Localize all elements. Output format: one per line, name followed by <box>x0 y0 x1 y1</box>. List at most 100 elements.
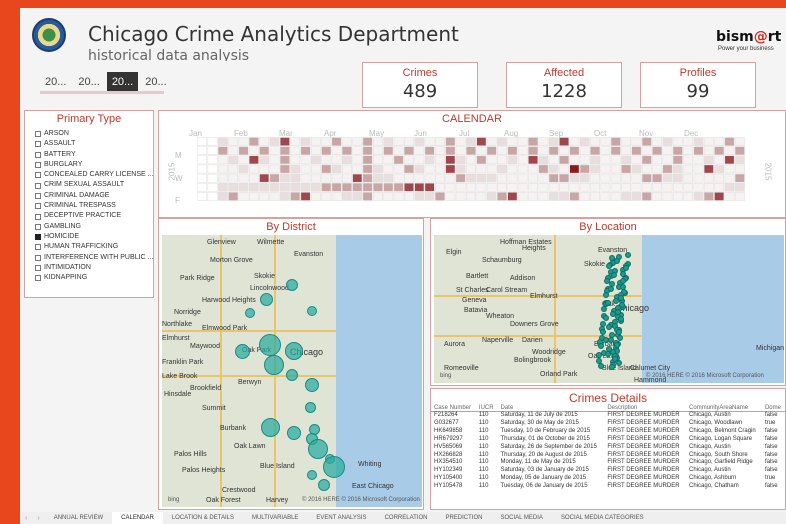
calendar-cell[interactable] <box>600 192 611 201</box>
calendar-cell[interactable] <box>331 137 342 146</box>
calendar-cell[interactable] <box>714 173 725 183</box>
calendar-cell[interactable] <box>610 155 621 165</box>
calendar-cell[interactable] <box>435 146 445 156</box>
calendar-cell[interactable] <box>352 192 363 201</box>
district-bubble[interactable] <box>259 292 273 306</box>
calendar-cell[interactable] <box>652 173 663 183</box>
calendar-cell[interactable] <box>476 137 487 146</box>
checkbox-icon[interactable] <box>35 254 41 261</box>
district-bubble[interactable] <box>307 470 317 480</box>
calendar-cell[interactable] <box>641 146 652 156</box>
calendar-cell[interactable] <box>310 164 321 174</box>
calendar-cell[interactable] <box>569 173 580 183</box>
calendar-cell[interactable] <box>724 164 735 174</box>
calendar-cell[interactable] <box>217 164 228 174</box>
calendar-cell[interactable] <box>538 137 549 146</box>
calendar-cell[interactable] <box>248 173 259 183</box>
district-bubble[interactable] <box>318 479 330 491</box>
calendar-cell[interactable] <box>507 137 518 146</box>
calendar-cell[interactable] <box>279 182 290 192</box>
calendar-cell[interactable] <box>476 155 487 165</box>
calendar-cell[interactable] <box>404 146 414 156</box>
calendar-cell[interactable] <box>383 182 394 192</box>
calendar-cell[interactable] <box>269 155 280 165</box>
calendar-cell[interactable] <box>569 182 580 192</box>
checkbox-icon[interactable] <box>35 162 41 169</box>
location-point[interactable] <box>608 286 615 293</box>
calendar-cell[interactable] <box>269 137 280 146</box>
calendar-cell[interactable] <box>321 155 332 165</box>
calendar-cell[interactable] <box>393 137 404 146</box>
calendar-cell[interactable] <box>362 146 373 156</box>
calendar-cell[interactable] <box>590 146 600 156</box>
calendar-cell[interactable] <box>228 192 239 201</box>
calendar-cell[interactable] <box>352 155 363 165</box>
table-row[interactable]: HR679297 110 Thursday, 01 de October de 20… <box>431 436 785 444</box>
calendar-cell[interactable] <box>631 146 642 156</box>
calendar-cell[interactable] <box>259 155 270 165</box>
calendar-cell[interactable] <box>248 155 259 165</box>
calendar-cell[interactable] <box>734 155 745 165</box>
district-bubble[interactable] <box>234 343 250 359</box>
calendar-cell[interactable] <box>672 155 683 165</box>
calendar-cell[interactable] <box>621 182 632 192</box>
calendar-cell[interactable] <box>734 164 745 174</box>
tab-calendar[interactable]: CALENDAR <box>112 512 163 524</box>
calendar-cell[interactable] <box>693 155 704 165</box>
calendar-cell[interactable] <box>548 182 559 192</box>
calendar-cell[interactable] <box>228 182 239 192</box>
table-row[interactable]: HX266828 110 Thursday, 20 de August de 201… <box>431 452 785 460</box>
calendar-cell[interactable] <box>486 173 497 183</box>
calendar-cell[interactable] <box>703 137 714 146</box>
calendar-cell[interactable] <box>393 182 404 192</box>
calendar-cell[interactable] <box>404 192 414 201</box>
calendar-cell[interactable] <box>404 164 414 174</box>
year-button[interactable]: 20... <box>140 72 172 92</box>
calendar-cell[interactable] <box>579 182 590 192</box>
district-bubble[interactable] <box>285 342 303 360</box>
calendar-cell[interactable] <box>528 164 538 174</box>
calendar-cell[interactable] <box>300 137 311 146</box>
calendar-cell[interactable] <box>435 182 445 192</box>
calendar-cell[interactable] <box>528 155 538 165</box>
calendar-cell[interactable] <box>424 182 435 192</box>
district-bubble[interactable] <box>264 355 284 375</box>
calendar-cell[interactable] <box>279 173 290 183</box>
calendar-cell[interactable] <box>269 146 280 156</box>
calendar-cell[interactable] <box>445 164 456 174</box>
calendar-cell[interactable] <box>290 146 301 156</box>
checkbox-icon[interactable] <box>35 192 41 199</box>
primary-type-item[interactable]: CONCEALED CARRY LICENSE ... <box>35 170 155 180</box>
calendar-cell[interactable] <box>590 137 600 146</box>
calendar-cell[interactable] <box>228 146 239 156</box>
primary-type-item[interactable]: CRIMINAL DAMAGE <box>35 191 155 201</box>
calendar-cell[interactable] <box>538 164 549 174</box>
calendar-cell[interactable] <box>290 173 301 183</box>
calendar-cell[interactable] <box>435 192 445 201</box>
calendar-cell[interactable] <box>197 173 208 183</box>
calendar-cell[interactable] <box>414 192 425 201</box>
calendar-cell[interactable] <box>300 155 311 165</box>
primary-type-item[interactable]: KIDNAPPING <box>35 273 155 283</box>
calendar-cell[interactable] <box>528 146 538 156</box>
calendar-cell[interactable] <box>538 173 549 183</box>
calendar-cell[interactable] <box>724 182 735 192</box>
calendar-cell[interactable] <box>548 137 559 146</box>
calendar-cell[interactable] <box>528 192 538 201</box>
calendar-cell[interactable] <box>331 155 342 165</box>
calendar-cell[interactable] <box>672 173 683 183</box>
calendar-cell[interactable] <box>424 137 435 146</box>
calendar-cell[interactable] <box>466 164 476 174</box>
calendar-cell[interactable] <box>445 182 456 192</box>
calendar-cell[interactable] <box>528 137 538 146</box>
calendar-cell[interactable] <box>641 155 652 165</box>
calendar-cell[interactable] <box>683 192 694 201</box>
calendar-cell[interactable] <box>672 137 683 146</box>
calendar-cell[interactable] <box>579 146 590 156</box>
calendar-cell[interactable] <box>538 146 549 156</box>
district-bubble[interactable] <box>304 401 316 413</box>
calendar-cell[interactable] <box>207 173 218 183</box>
calendar-cell[interactable] <box>342 164 352 174</box>
calendar-cell[interactable] <box>610 173 621 183</box>
calendar-cell[interactable] <box>197 155 208 165</box>
